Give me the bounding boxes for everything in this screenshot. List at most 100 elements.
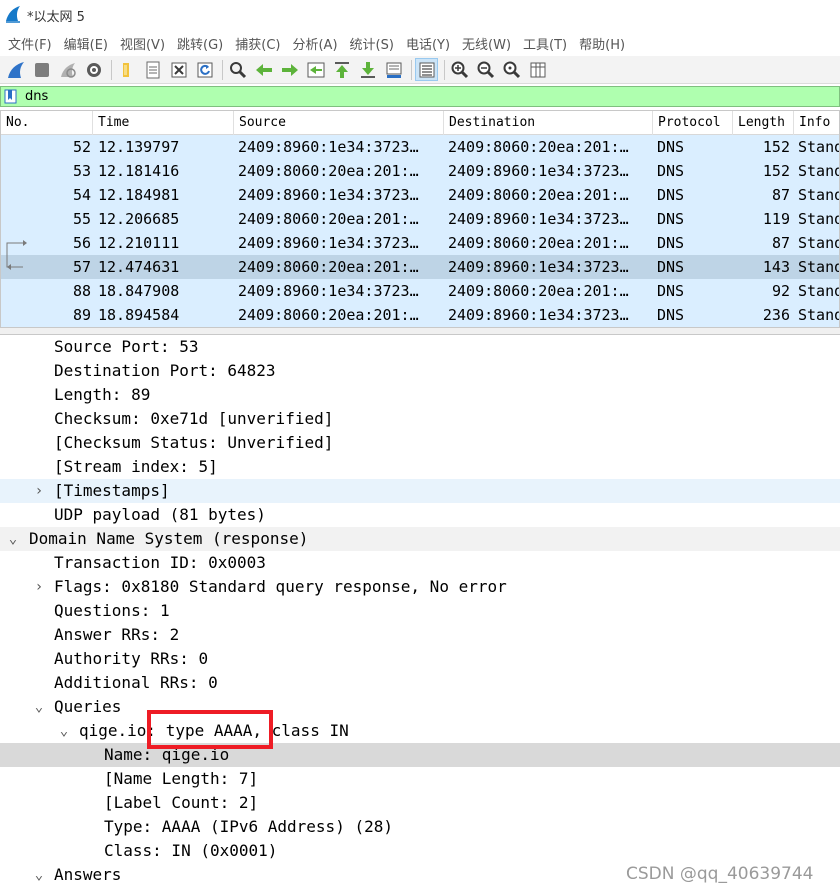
cell-info: Stand xyxy=(798,210,840,228)
tree-item-timestamps[interactable]: › [Timestamps] xyxy=(0,479,840,503)
column-header-time[interactable]: Time xyxy=(93,111,234,135)
cell-source: 2409:8960:1e34:3723… xyxy=(238,138,419,156)
restart-capture-button[interactable] xyxy=(56,58,79,81)
last-packet-icon xyxy=(360,61,375,78)
menu-edit[interactable]: 编辑(E) xyxy=(59,34,113,53)
tree-item-label: UDP payload (81 bytes) xyxy=(54,505,266,524)
column-header-source[interactable]: Source xyxy=(234,111,444,135)
menu-capture[interactable]: 捕获(C) xyxy=(230,34,285,53)
autoscroll-button[interactable] xyxy=(382,58,405,81)
menu-tools[interactable]: 工具(T) xyxy=(518,34,572,53)
menu-wireless[interactable]: 无线(W) xyxy=(457,34,516,53)
menu-telephony[interactable]: 电话(Y) xyxy=(401,34,455,53)
go-back-button[interactable] xyxy=(252,58,275,81)
packet-row[interactable]: 53 12.181416 2409:8060:20ea:201:… 2409:8… xyxy=(1,159,839,183)
go-to-packet-button[interactable] xyxy=(304,58,327,81)
zoom-normal-button[interactable] xyxy=(500,58,523,81)
zoom-in-button[interactable] xyxy=(448,58,471,81)
tree-item[interactable]: [Label Count: 2] xyxy=(0,791,840,815)
reload-file-button[interactable] xyxy=(193,58,216,81)
tree-item[interactable]: [Name Length: 7] xyxy=(0,767,840,791)
column-header-protocol[interactable]: Protocol xyxy=(653,111,733,135)
tree-item[interactable]: Checksum: 0xe71d [unverified] xyxy=(0,407,840,431)
cell-time: 12.210111 xyxy=(98,234,180,252)
tree-item[interactable]: Questions: 1 xyxy=(0,599,840,623)
chevron-down-icon[interactable]: ⌄ xyxy=(32,695,46,719)
chevron-down-icon[interactable]: ⌄ xyxy=(6,527,20,551)
cell-no: 55 xyxy=(72,210,91,228)
first-packet-button[interactable] xyxy=(330,58,353,81)
close-file-button[interactable] xyxy=(167,58,190,81)
start-capture-button[interactable] xyxy=(4,58,27,81)
colorize-button[interactable] xyxy=(415,58,438,81)
tree-item-selected[interactable]: Name: qige.io xyxy=(0,743,840,767)
toolbar-separator xyxy=(111,59,112,80)
cell-source: 2409:8060:20ea:201:… xyxy=(238,162,419,180)
menu-go[interactable]: 跳转(G) xyxy=(172,34,228,53)
menu-view[interactable]: 视图(V) xyxy=(115,34,170,53)
display-filter-input[interactable] xyxy=(25,89,805,104)
first-packet-icon xyxy=(334,61,349,78)
packet-row-selected[interactable]: 57 12.474631 2409:8060:20ea:201:… 2409:8… xyxy=(1,255,839,279)
column-header-length[interactable]: Length xyxy=(733,111,794,135)
tree-item[interactable]: Type: AAAA (IPv6 Address) (28) xyxy=(0,815,840,839)
packet-row[interactable]: 88 18.847908 2409:8960:1e34:3723… 2409:8… xyxy=(1,279,839,303)
zoom-out-button[interactable] xyxy=(474,58,497,81)
packet-list: No. Time Source Destination Protocol Len… xyxy=(0,110,840,328)
chevron-down-icon[interactable]: ⌄ xyxy=(32,863,46,887)
menu-file[interactable]: 文件(F) xyxy=(3,34,57,53)
tree-item[interactable]: Source Port: 53 xyxy=(0,335,840,359)
tree-item[interactable]: Additional RRs: 0 xyxy=(0,671,840,695)
cell-time: 12.184981 xyxy=(98,186,180,204)
packet-details-tree: Source Port: 53 Destination Port: 64823 … xyxy=(0,334,840,894)
tree-item[interactable]: Answer RRs: 2 xyxy=(0,623,840,647)
last-packet-button[interactable] xyxy=(356,58,379,81)
menu-help[interactable]: 帮助(H) xyxy=(574,34,630,53)
stop-square-icon xyxy=(34,62,49,77)
stop-capture-button[interactable] xyxy=(30,58,53,81)
tree-item-label: Questions: 1 xyxy=(54,601,170,620)
tree-item[interactable]: UDP payload (81 bytes) xyxy=(0,503,840,527)
packet-row[interactable]: 52 12.139797 2409:8960:1e34:3723… 2409:8… xyxy=(1,135,839,159)
open-file-button[interactable] xyxy=(115,58,138,81)
tree-item[interactable]: [Checksum Status: Unverified] xyxy=(0,431,840,455)
display-filter-bar xyxy=(0,86,840,107)
tree-item[interactable]: Transaction ID: 0x0003 xyxy=(0,551,840,575)
find-packet-button[interactable] xyxy=(226,58,249,81)
tree-item[interactable]: Destination Port: 64823 xyxy=(0,359,840,383)
packet-row[interactable]: 55 12.206685 2409:8060:20ea:201:… 2409:8… xyxy=(1,207,840,231)
capture-options-button[interactable] xyxy=(82,58,105,81)
tree-item[interactable]: Length: 89 xyxy=(0,383,840,407)
tree-item-label: Checksum: 0xe71d [unverified] xyxy=(54,409,334,428)
tree-item-dns[interactable]: ⌄ Domain Name System (response) xyxy=(0,527,840,551)
packet-row[interactable]: 56 12.210111 2409:8960:1e34:3723… 2409:8… xyxy=(1,231,839,255)
chevron-right-icon[interactable]: › xyxy=(32,479,46,503)
tree-item-label: [Checksum Status: Unverified] xyxy=(54,433,334,452)
cell-time: 12.139797 xyxy=(98,138,180,156)
column-header-destination[interactable]: Destination xyxy=(444,111,653,135)
bookmark-icon[interactable] xyxy=(4,89,17,104)
tree-item[interactable]: Authority RRs: 0 xyxy=(0,647,840,671)
packet-row[interactable]: 54 12.184981 2409:8960:1e34:3723… 2409:8… xyxy=(1,183,839,207)
cell-length: 119 xyxy=(762,210,790,228)
file-icon xyxy=(146,61,159,78)
menu-analyze[interactable]: 分析(A) xyxy=(287,34,342,53)
tree-item[interactable]: [Stream index: 5] xyxy=(0,455,840,479)
column-header-info[interactable]: Info xyxy=(794,111,839,135)
cell-protocol: DNS xyxy=(657,210,685,228)
cell-destination: 2409:8960:1e34:3723… xyxy=(448,258,629,276)
cell-destination: 2409:8960:1e34:3723… xyxy=(448,162,629,180)
tree-item[interactable]: Class: IN (0x0001) xyxy=(0,839,840,863)
save-file-button[interactable] xyxy=(141,58,164,81)
chevron-right-icon[interactable]: › xyxy=(32,575,46,599)
column-header-no[interactable]: No. xyxy=(1,111,93,135)
resize-columns-button[interactable] xyxy=(526,58,549,81)
packet-row[interactable]: 89 18.894584 2409:8060:20ea:201:… 2409:8… xyxy=(1,303,839,327)
menu-statistics[interactable]: 统计(S) xyxy=(345,34,399,53)
tree-item-query[interactable]: ⌄ qige.io: type AAAA, class IN xyxy=(0,719,840,743)
tree-item-flags[interactable]: › Flags: 0x8180 Standard query response,… xyxy=(0,575,840,599)
chevron-down-icon[interactable]: ⌄ xyxy=(57,719,71,743)
toolbar-separator xyxy=(222,59,223,80)
go-forward-button[interactable] xyxy=(278,58,301,81)
tree-item-queries[interactable]: ⌄ Queries xyxy=(0,695,840,719)
